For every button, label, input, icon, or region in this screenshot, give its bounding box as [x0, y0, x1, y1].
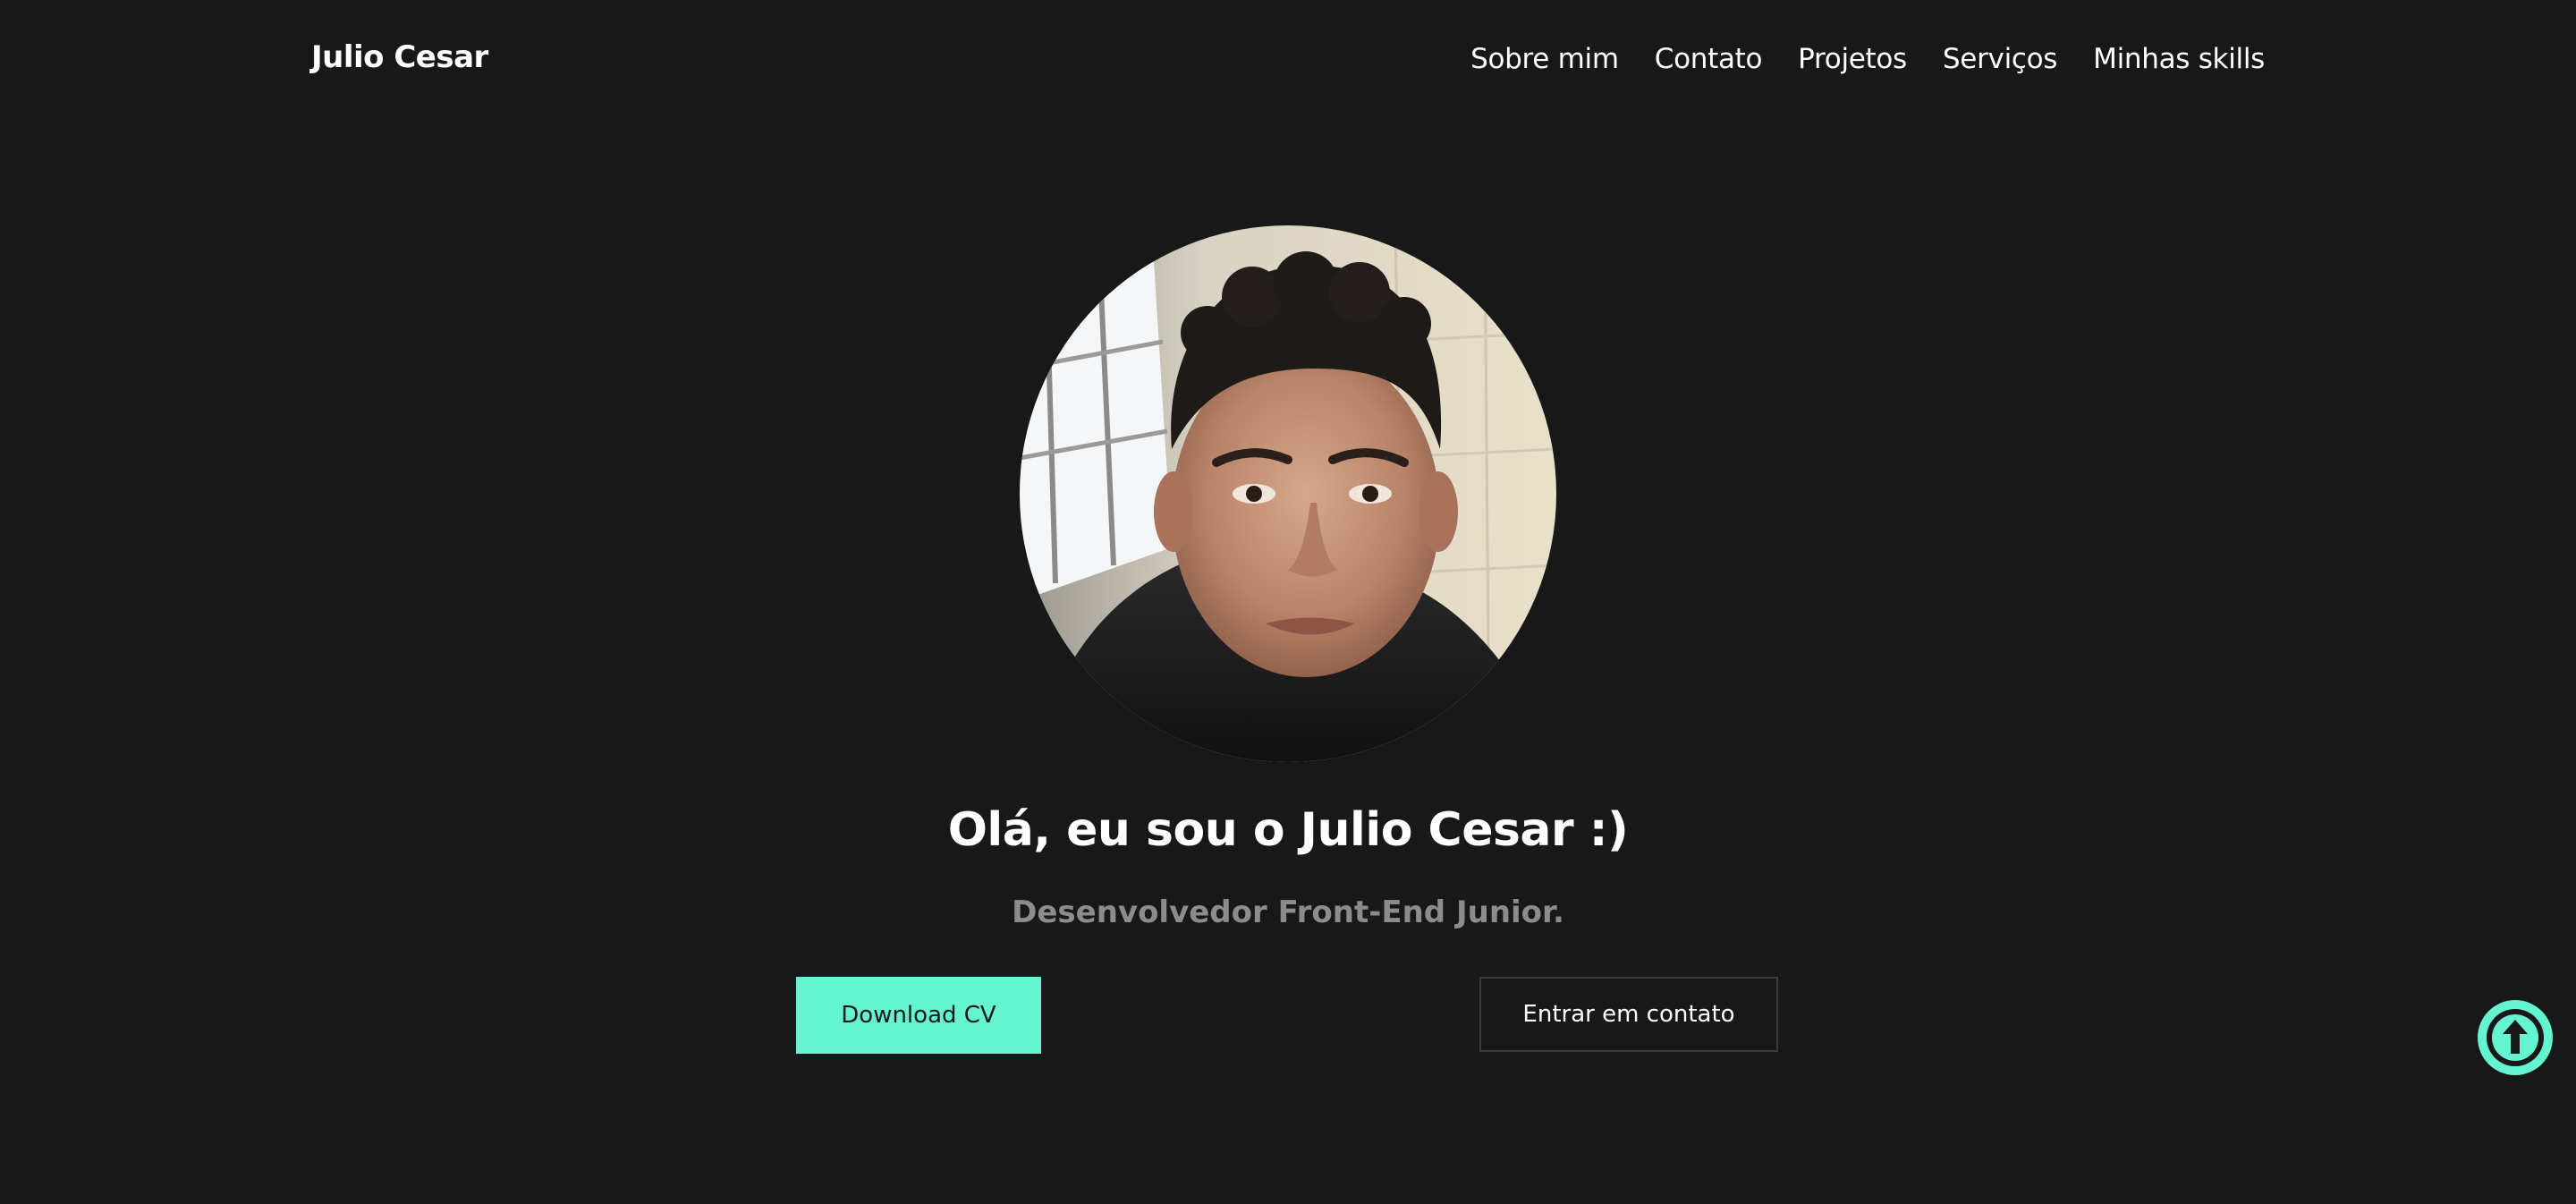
profile-photo: [1020, 225, 1556, 762]
download-cv-button[interactable]: Download CV: [796, 977, 1041, 1054]
nav-item-projetos[interactable]: Projetos: [1798, 43, 1907, 75]
nav-item-sobre-mim[interactable]: Sobre mim: [1470, 43, 1619, 75]
page: Julio Cesar Sobre mim Contato Projetos S…: [0, 0, 2576, 1204]
contact-button[interactable]: Entrar em contato: [1479, 977, 1778, 1052]
scroll-to-top-button[interactable]: [2478, 1000, 2553, 1075]
main-nav: Sobre mim Contato Projetos Serviços Minh…: [1470, 43, 2265, 75]
nav-item-contato[interactable]: Contato: [1655, 43, 1763, 75]
arrow-up-circle-icon: [2487, 1009, 2544, 1066]
hero-subtitle: Desenvolvedor Front-End Junior.: [1012, 895, 1564, 930]
hero-headline: Olá, eu sou o Julio Cesar :): [947, 803, 1629, 857]
nav-item-minhas-skills[interactable]: Minhas skills: [2093, 43, 2265, 75]
brand-logo[interactable]: Julio Cesar: [311, 39, 488, 75]
nav-item-servicos[interactable]: Serviços: [1943, 43, 2058, 75]
